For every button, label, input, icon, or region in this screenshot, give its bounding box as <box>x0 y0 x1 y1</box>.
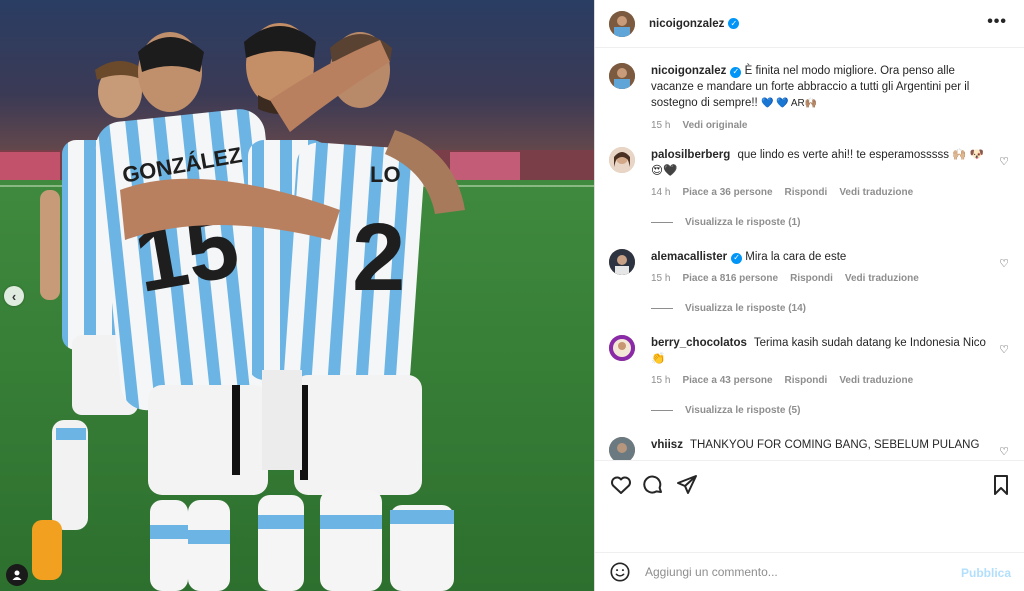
replies-divider <box>651 410 673 411</box>
comment-meta: 15 h Piace a 816 persone Rispondi Vedi t… <box>651 271 991 287</box>
reply-button[interactable]: Rispondi <box>790 271 833 287</box>
post-sidebar: nicoigonzalez ✓ ••• nicoigonzalez ✓ È fin… <box>594 0 1024 591</box>
post-actions <box>595 460 1024 552</box>
view-replies-label[interactable]: Visualizza le risposte (5) <box>685 405 800 416</box>
emoji-smiley-icon[interactable] <box>609 561 631 583</box>
comment-meta: 14 h Piace a 36 persone Rispondi Vedi tr… <box>651 185 991 201</box>
avatar-image <box>609 335 635 361</box>
instagram-post-modal: GONZÁLEZ 15 LO 2 ‹ nicoigonzalez ✓ ••• n… <box>0 0 1024 591</box>
caption-meta: 15 h Vedi originale <box>651 118 991 134</box>
like-comment-heart-icon[interactable]: ♡ <box>999 155 1009 168</box>
add-comment-bar: Aggiungi un commento... Pubblica <box>595 552 1024 591</box>
caption-avatar[interactable] <box>609 63 635 89</box>
like-heart-icon[interactable] <box>609 473 633 497</box>
comment-bubble-icon[interactable] <box>641 473 665 497</box>
comment-body: alemacallister ✓ Mira la cara de este 15 … <box>651 249 991 287</box>
translate-button[interactable]: Vedi traduzione <box>845 271 919 287</box>
view-replies-button[interactable]: Visualizza le risposte (14) <box>651 303 806 314</box>
comment-username[interactable]: palosilberberg <box>651 149 730 161</box>
avatar-image <box>609 63 635 89</box>
comment-username[interactable]: berry_chocolatos <box>651 337 747 349</box>
translate-button[interactable]: Vedi traduzione <box>839 185 913 201</box>
more-options-icon[interactable]: ••• <box>987 13 1007 31</box>
publish-button[interactable]: Pubblica <box>961 566 1011 580</box>
author-avatar[interactable] <box>609 10 635 37</box>
view-replies-label[interactable]: Visualizza le risposte (14) <box>685 303 806 314</box>
comment-likes[interactable]: Piace a 816 persone <box>682 271 778 287</box>
comment-username[interactable]: vhiisz <box>651 439 683 451</box>
save-bookmark-icon[interactable] <box>989 473 1013 497</box>
svg-text:LO: LO <box>370 162 401 187</box>
comment-time[interactable]: 15 h <box>651 271 670 287</box>
verified-badge-icon: ✓ <box>730 66 742 78</box>
comment-body: vhiisz THANKYOU FOR COMING BANG, SEBELUM… <box>651 437 991 453</box>
comment-username[interactable]: alemacallister <box>651 251 727 263</box>
caption-time[interactable]: 15 h <box>651 118 670 134</box>
see-original-link[interactable]: Vedi originale <box>682 118 747 134</box>
comment-input[interactable]: Aggiungi un commento... <box>645 565 778 579</box>
replies-divider <box>651 308 673 309</box>
comment-avatar[interactable] <box>609 335 635 361</box>
like-comment-heart-icon[interactable]: ♡ <box>999 343 1009 356</box>
comment-avatar[interactable] <box>609 437 635 460</box>
share-paper-plane-icon[interactable] <box>675 473 699 497</box>
comment-time[interactable]: 15 h <box>651 373 670 389</box>
tagged-users-button[interactable] <box>6 564 28 586</box>
reply-button[interactable]: Rispondi <box>785 185 828 201</box>
reply-button[interactable]: Rispondi <box>785 373 828 389</box>
avatar-image <box>609 249 635 275</box>
caption-body: nicoigonzalez ✓ È finita nel modo miglior… <box>651 63 991 134</box>
like-comment-heart-icon[interactable]: ♡ <box>999 257 1009 270</box>
translate-button[interactable]: Vedi traduzione <box>839 373 913 389</box>
comment-avatar[interactable] <box>609 147 635 173</box>
avatar-image <box>609 437 635 460</box>
avatar-image <box>609 147 635 173</box>
post-header: nicoigonzalez ✓ ••• <box>595 0 1024 48</box>
view-replies-button[interactable]: Visualizza le risposte (1) <box>651 217 800 228</box>
user-icon <box>12 570 22 580</box>
comment-likes[interactable]: Piace a 36 persone <box>682 185 772 201</box>
replies-divider <box>651 222 673 223</box>
view-replies-button[interactable]: Visualizza le risposte (5) <box>651 405 800 416</box>
caption-emoji: 💙 💙 AR🙌🏽 <box>760 98 818 109</box>
view-replies-label[interactable]: Visualizza le risposte (1) <box>685 217 800 228</box>
author-username-text[interactable]: nicoigonzalez <box>649 18 724 30</box>
author-username[interactable]: nicoigonzalez ✓ <box>649 18 740 30</box>
post-photo: GONZÁLEZ 15 LO 2 <box>0 0 594 591</box>
comment-text: Mira la cara de este <box>745 251 847 263</box>
post-media[interactable]: GONZÁLEZ 15 LO 2 ‹ <box>0 0 594 591</box>
comments-list[interactable]: nicoigonzalez ✓ È finita nel modo miglior… <box>595 49 1024 460</box>
comment-time[interactable]: 14 h <box>651 185 670 201</box>
comment-body: palosilberberg que lindo es verte ahi!! … <box>651 147 991 201</box>
chevron-left-icon: ‹ <box>11 288 17 304</box>
comment-body: berry_chocolatos Terima kasih sudah data… <box>651 335 991 389</box>
caption-username[interactable]: nicoigonzalez <box>651 65 726 77</box>
like-comment-heart-icon[interactable]: ♡ <box>999 445 1009 458</box>
comment-meta: 15 h Piace a 43 persone Rispondi Vedi tr… <box>651 373 991 389</box>
comment-likes[interactable]: Piace a 43 persone <box>682 373 772 389</box>
previous-photo-button[interactable]: ‹ <box>4 286 24 306</box>
svg-text:2: 2 <box>352 204 405 311</box>
verified-badge-icon: ✓ <box>731 252 743 264</box>
verified-badge-icon: ✓ <box>728 18 740 29</box>
avatar-image <box>609 10 635 37</box>
comment-avatar[interactable] <box>609 249 635 275</box>
comment-text: THANKYOU FOR COMING BANG, SEBELUM PULANG <box>689 439 980 451</box>
